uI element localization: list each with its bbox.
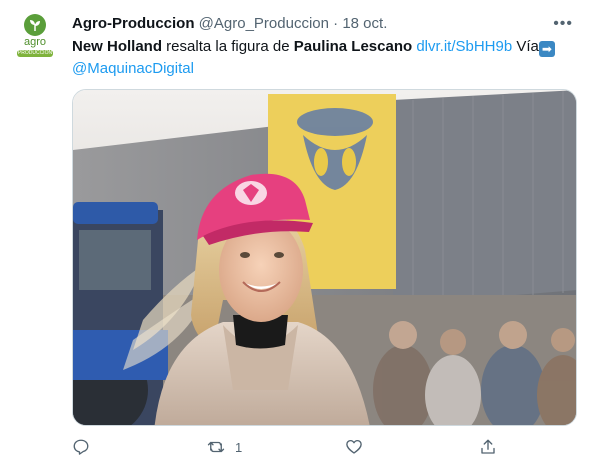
timestamp[interactable]: 18 oct. (342, 15, 387, 32)
text-plain-1: resalta la figura de (162, 38, 294, 55)
handle[interactable]: @Agro_Produccion (199, 15, 329, 32)
heart-icon (346, 439, 362, 454)
like-button[interactable] (345, 438, 373, 456)
tweet-photo[interactable] (72, 89, 577, 426)
tweet-link[interactable]: dlvr.it/SbHH9b (416, 38, 512, 55)
retweet-count: 1 (235, 439, 243, 455)
avatar-brand-bar: PRODUCCION (17, 50, 53, 57)
separator: · (333, 15, 339, 32)
text-bold-2: Paulina Lescano (293, 38, 413, 55)
tweet-text: New Holland resalta la figura de Paulina… (72, 36, 572, 80)
tweet-actions: 1 (72, 438, 502, 462)
tweet[interactable]: agro PRODUCCION Agro-Produccion @Agro_Pr… (0, 0, 603, 469)
display-name[interactable]: Agro-Produccion (72, 15, 195, 32)
retweet-icon (207, 441, 225, 453)
more-options-icon[interactable]: ••• (553, 14, 573, 34)
mention-link[interactable]: @MaquinacDigital (72, 60, 194, 77)
share-button[interactable] (479, 438, 497, 456)
via-text: Vía (516, 38, 539, 55)
avatar[interactable]: agro PRODUCCION (14, 14, 56, 62)
reply-icon (73, 439, 89, 455)
avatar-brand-text: agro (23, 36, 47, 48)
reply-button[interactable] (72, 438, 100, 456)
tweet-header: Agro-Produccion @Agro_Produccion · 18 oc… (72, 14, 387, 34)
retweet-button[interactable]: 1 (207, 438, 242, 456)
text-bold-1: New Holland (72, 38, 163, 55)
share-icon (481, 439, 495, 454)
right-arrow-emoji-icon: ➡ (538, 41, 555, 57)
leaf-logo-icon (24, 14, 46, 36)
